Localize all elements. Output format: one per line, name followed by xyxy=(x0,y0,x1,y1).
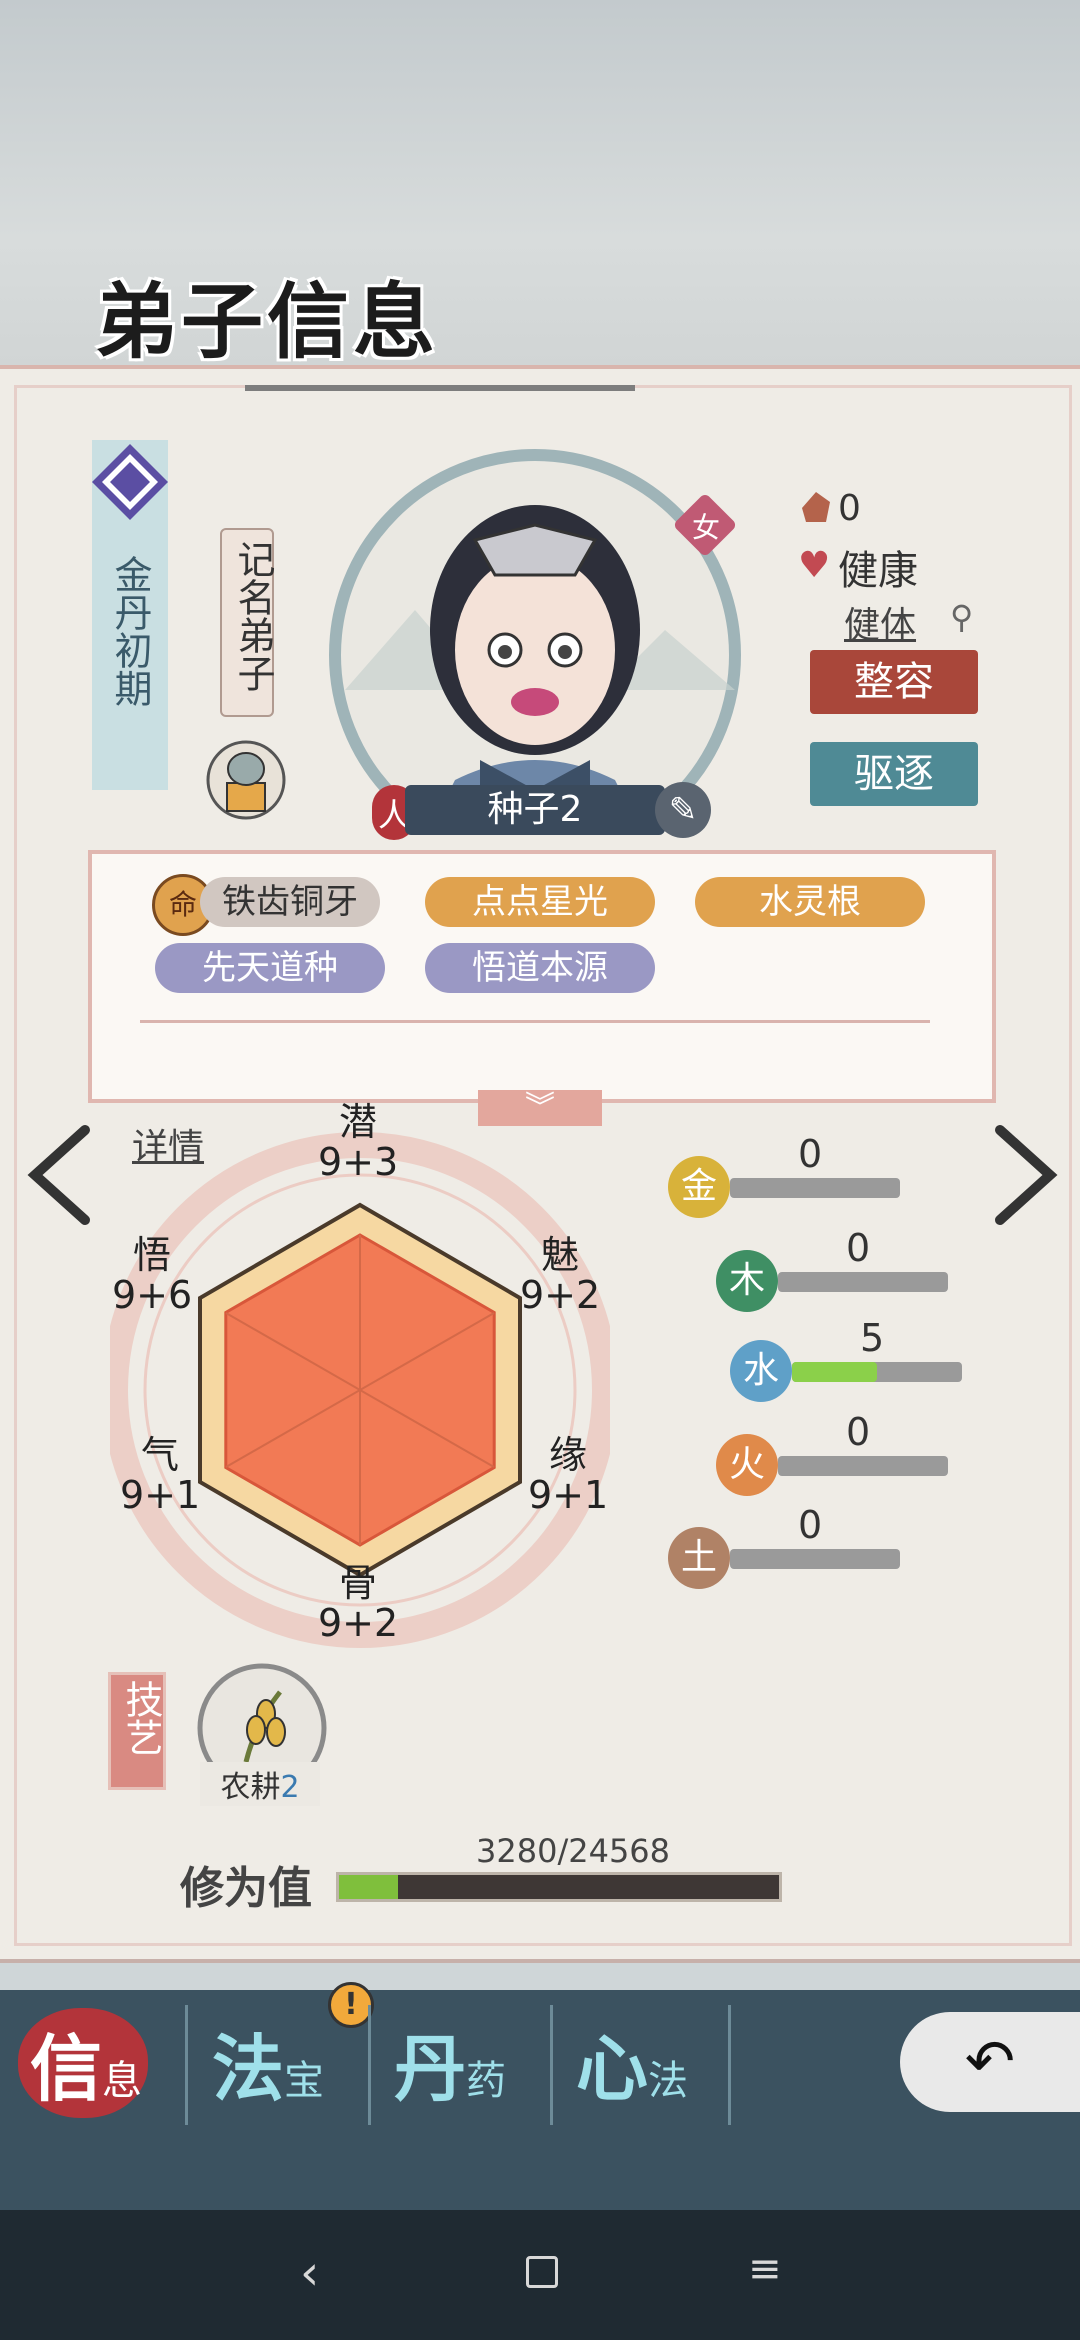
traits-divider xyxy=(140,1020,930,1023)
nav-divider xyxy=(185,2005,188,2125)
nav-divider xyxy=(728,2005,731,2125)
system-home-icon[interactable] xyxy=(526,2256,558,2288)
attr-mei: 魅 9+2 xyxy=(520,1233,601,1317)
nav-divider xyxy=(550,2005,553,2125)
element-1-value: 0 xyxy=(846,1226,871,1270)
attr-qian: 潜 9+3 xyxy=(318,1100,399,1184)
cultivation-bar xyxy=(336,1872,782,1902)
attr-yuan: 缘 9+1 xyxy=(528,1433,609,1517)
nav-divider xyxy=(368,2005,371,2125)
cultivation-label: 修为值 xyxy=(180,1863,312,1914)
next-disciple-icon[interactable] xyxy=(990,1125,1060,1225)
element-3-bar xyxy=(778,1456,948,1476)
disciple-name: 种子2 xyxy=(405,785,665,835)
expand-chevron-icon[interactable]: ︾ xyxy=(478,1090,602,1126)
edit-name-icon[interactable]: ✎ xyxy=(655,782,711,838)
disciple-portrait[interactable] xyxy=(305,440,765,820)
attr-qi: 气 9+1 xyxy=(120,1433,201,1517)
skills-label: 技艺 xyxy=(119,1680,163,1756)
title-underline xyxy=(245,385,635,391)
gender-label: 女 xyxy=(691,511,720,544)
skill-name: 农耕2 xyxy=(200,1762,320,1806)
element-3-value: 0 xyxy=(846,1410,871,1454)
page-title: 弟子信息 xyxy=(95,274,440,370)
attr-gu: 骨 9+2 xyxy=(318,1561,399,1645)
trait-pill[interactable]: 先天道种 xyxy=(155,943,385,993)
back-arrow-icon[interactable]: ↶ xyxy=(900,2012,1080,2112)
trait-pill[interactable]: 水灵根 xyxy=(695,877,925,927)
makeover-button[interactable]: 整容 xyxy=(810,650,978,714)
health-status: 健康 xyxy=(838,548,918,594)
element-0-bar xyxy=(730,1178,900,1198)
tab-info[interactable]: 信息 xyxy=(30,2010,210,2120)
spirit-count: 0 xyxy=(838,488,861,529)
element-0-icon: 金 xyxy=(668,1156,730,1218)
location-pin-icon[interactable]: ⚲ xyxy=(950,598,973,636)
element-4-icon: 土 xyxy=(668,1527,730,1589)
element-4-bar xyxy=(730,1549,900,1569)
prev-disciple-icon[interactable] xyxy=(25,1125,95,1225)
element-4-value: 0 xyxy=(798,1503,823,1547)
element-3-icon: 火 xyxy=(716,1434,778,1496)
realm-label: 金丹初期 xyxy=(108,555,152,707)
trait-pill[interactable]: 悟道本源 xyxy=(425,943,655,993)
cultivation-value: 3280/24568 xyxy=(476,1832,671,1870)
cultivation-bar-fill xyxy=(339,1875,398,1899)
element-2-bar xyxy=(792,1362,962,1382)
mascot-icon[interactable] xyxy=(205,735,287,825)
trait-pill[interactable]: 点点星光 xyxy=(425,877,655,927)
realm-diamond-icon xyxy=(92,444,168,520)
health-heart-icon: ♥ xyxy=(798,545,831,586)
element-2-icon: 水 xyxy=(730,1340,792,1402)
spirit-stone-icon xyxy=(802,492,830,522)
element-2-bar-fill xyxy=(792,1362,877,1382)
constitution-link[interactable]: 健体 xyxy=(844,596,916,648)
element-1-bar xyxy=(778,1272,948,1292)
element-0-value: 0 xyxy=(798,1132,823,1176)
system-back-icon[interactable]: ‹ xyxy=(300,2245,319,2301)
system-menu-icon[interactable]: ≡ xyxy=(748,2246,782,2292)
element-2-value: 5 xyxy=(860,1316,885,1360)
trait-pill[interactable]: 铁齿铜牙 xyxy=(200,877,380,927)
expel-button[interactable]: 驱逐 xyxy=(810,742,978,806)
tab-pills[interactable]: 丹药 xyxy=(394,2010,574,2120)
element-1-icon: 木 xyxy=(716,1250,778,1312)
attr-wu: 悟 9+6 xyxy=(112,1233,193,1317)
rank-label: 记名弟子 xyxy=(231,540,275,692)
tab-treasure[interactable]: 法宝 xyxy=(212,2010,392,2120)
